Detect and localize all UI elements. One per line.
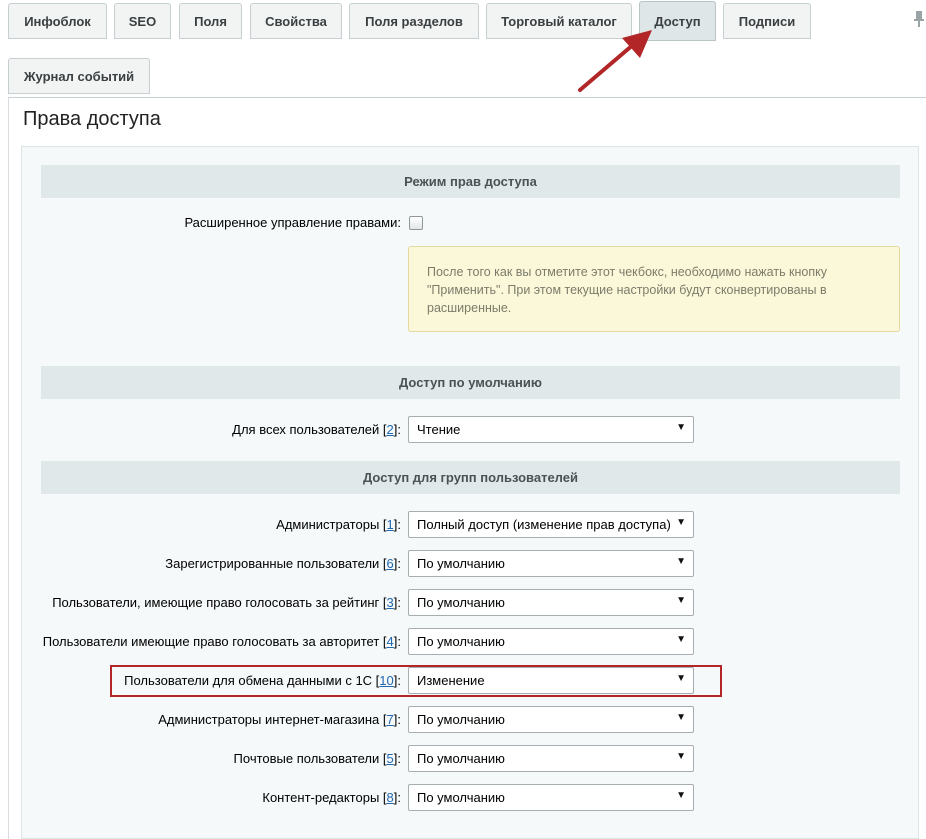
row-label-group: Пользователи, имеющие право голосовать з… bbox=[52, 595, 401, 610]
all-users-select[interactable]: Чтение ▼ bbox=[408, 416, 694, 443]
chevron-down-icon: ▼ bbox=[676, 556, 686, 567]
group-count-link[interactable]: 4 bbox=[387, 634, 394, 649]
extended-rights-label: Расширенное управление правами: bbox=[184, 215, 401, 230]
section-title: Доступ для групп пользователей bbox=[363, 470, 578, 485]
group-count-link[interactable]: 3 bbox=[387, 595, 394, 610]
chevron-down-icon: ▼ bbox=[676, 595, 686, 606]
section-header-default: Доступ по умолчанию bbox=[41, 366, 900, 399]
chevron-down-icon: ▼ bbox=[676, 517, 686, 528]
group-name: Зарегистрированные пользователи bbox=[165, 556, 380, 571]
row-label-group: Контент-редакторы [8]: bbox=[262, 790, 401, 805]
hint-box: После того как вы отметите этот чекбокс,… bbox=[408, 246, 900, 332]
tab-label: Поля разделов bbox=[365, 13, 463, 29]
chevron-down-icon: ▼ bbox=[676, 712, 686, 723]
tab-fields[interactable]: Поля bbox=[179, 3, 242, 39]
annotation-highlight bbox=[110, 665, 722, 697]
group-name: Администраторы интернет-магазина bbox=[158, 712, 380, 727]
pin-icon[interactable] bbox=[912, 10, 926, 28]
tab-label: Инфоблок bbox=[24, 13, 91, 29]
group-name: Контент-редакторы bbox=[262, 790, 380, 805]
tab-label: Свойства bbox=[265, 13, 327, 29]
row-label-group: Почтовые пользователи [5]: bbox=[233, 751, 401, 766]
section-header-groups: Доступ для групп пользователей bbox=[41, 461, 900, 494]
tab-seo[interactable]: SEO bbox=[114, 3, 171, 39]
extended-rights-checkbox[interactable] bbox=[409, 216, 423, 230]
select-value: Полный доступ (изменение прав доступа) bbox=[417, 517, 671, 532]
chevron-down-icon: ▼ bbox=[676, 634, 686, 645]
group-access-select[interactable]: Полный доступ (изменение прав доступа) ▼ bbox=[408, 511, 694, 538]
tab-infoblock[interactable]: Инфоблок bbox=[8, 3, 107, 39]
group-name: Для всех пользователей bbox=[232, 422, 380, 437]
section-header-mode: Режим прав доступа bbox=[41, 165, 900, 198]
group-name: Почтовые пользователи bbox=[233, 751, 380, 766]
group-access-select[interactable]: По умолчанию ▼ bbox=[408, 745, 694, 772]
group-count-link[interactable]: 5 bbox=[387, 751, 394, 766]
select-value: По умолчанию bbox=[417, 751, 505, 766]
chevron-down-icon: ▼ bbox=[676, 422, 686, 433]
tab-label: Подписи bbox=[738, 13, 796, 29]
hint-text: После того как вы отметите этот чекбокс,… bbox=[427, 265, 828, 315]
tab-label: Доступ bbox=[654, 13, 701, 29]
tab-label: Журнал событий bbox=[23, 68, 135, 84]
row-label-group: Пользователи имеющие право голосовать за… bbox=[42, 634, 401, 649]
tab-section-fields[interactable]: Поля разделов bbox=[349, 3, 479, 39]
annotation-arrow bbox=[578, 30, 652, 92]
chevron-down-icon: ▼ bbox=[676, 790, 686, 801]
page-title: Права доступа bbox=[23, 108, 161, 130]
select-value: По умолчанию bbox=[417, 712, 505, 727]
select-value: По умолчанию bbox=[417, 790, 505, 805]
row-label-group: Администраторы интернет-магазина [7]: bbox=[158, 712, 401, 727]
select-value: По умолчанию bbox=[417, 634, 505, 649]
select-value: По умолчанию bbox=[417, 595, 505, 610]
tab-properties[interactable]: Свойства bbox=[250, 3, 342, 39]
select-value: Чтение bbox=[417, 422, 461, 437]
group-count-link[interactable]: 8 bbox=[387, 790, 394, 805]
row-label-group: Администраторы [1]: bbox=[276, 517, 401, 532]
group-count-link[interactable]: 2 bbox=[387, 422, 394, 437]
group-access-select[interactable]: По умолчанию ▼ bbox=[408, 550, 694, 577]
row-label-all-users: Для всех пользователей [2]: bbox=[232, 422, 401, 437]
group-count-link[interactable]: 7 bbox=[387, 712, 394, 727]
row-label-group: Зарегистрированные пользователи [6]: bbox=[165, 556, 401, 571]
select-value: По умолчанию bbox=[417, 556, 505, 571]
tab-event-log[interactable]: Журнал событий bbox=[8, 58, 150, 94]
tab-label: SEO bbox=[128, 13, 157, 29]
group-access-select[interactable]: По умолчанию ▼ bbox=[408, 706, 694, 733]
group-access-select[interactable]: По умолчанию ▼ bbox=[408, 784, 694, 811]
group-count-link[interactable]: 6 bbox=[387, 556, 394, 571]
section-title: Режим прав доступа bbox=[404, 174, 537, 189]
group-name: Пользователи имеющие право голосовать за… bbox=[42, 634, 380, 649]
group-name: Пользователи, имеющие право голосовать з… bbox=[52, 595, 380, 610]
group-count-link[interactable]: 1 bbox=[387, 517, 394, 532]
section-title: Доступ по умолчанию bbox=[399, 375, 542, 390]
tab-label: Поля bbox=[194, 13, 227, 29]
group-access-select[interactable]: По умолчанию ▼ bbox=[408, 589, 694, 616]
group-name: Администраторы bbox=[276, 517, 380, 532]
chevron-down-icon: ▼ bbox=[676, 751, 686, 762]
tab-captions[interactable]: Подписи bbox=[723, 3, 811, 39]
group-access-select[interactable]: По умолчанию ▼ bbox=[408, 628, 694, 655]
